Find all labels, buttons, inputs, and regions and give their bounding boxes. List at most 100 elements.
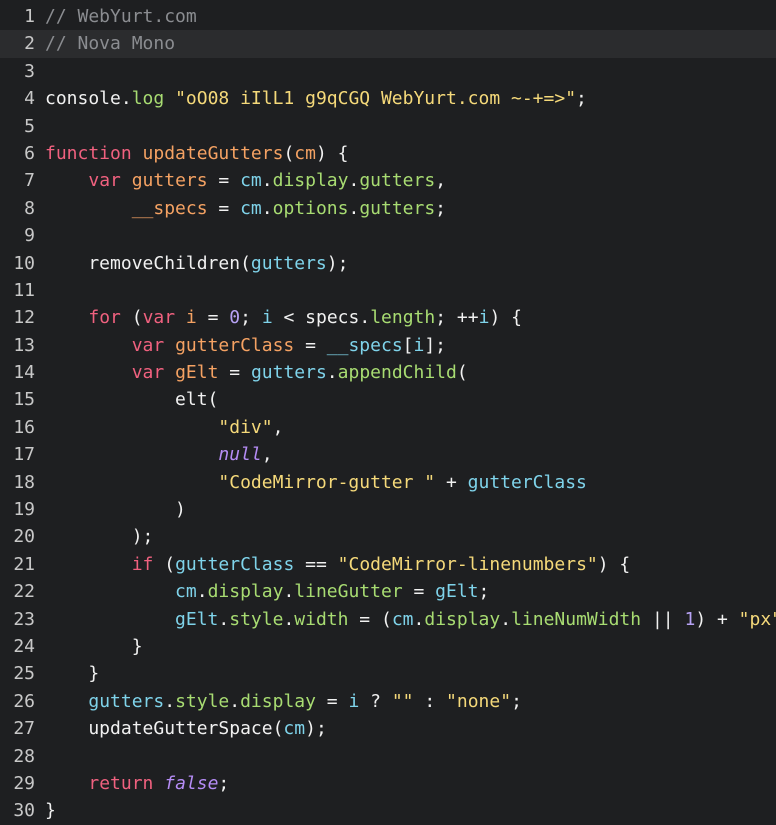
code-token: cm — [240, 197, 262, 219]
code-token: . — [261, 197, 273, 219]
code-token: gutters — [250, 362, 327, 384]
code-line[interactable]: 20 ); — [0, 523, 776, 550]
code-line[interactable]: 7 var gutters = cm.display.gutters, — [0, 167, 776, 194]
code-line[interactable]: 6 function updateGutters(cm) { — [0, 140, 776, 167]
line-number: 21 — [13, 553, 35, 575]
line-number: 6 — [24, 142, 35, 164]
code-token: 1 — [684, 608, 696, 630]
code-token: gutterClass — [175, 334, 295, 356]
code-token: : — [413, 690, 447, 712]
code-token: } — [45, 663, 100, 685]
code-line[interactable]: 27 updateGutterSpace(cm); — [0, 715, 776, 742]
code-line[interactable]: 8 __specs = cm.options.gutters; — [0, 195, 776, 222]
line-number: 20 — [13, 526, 35, 548]
code-line[interactable]: 1 // WebYurt.com — [0, 3, 776, 30]
code-token: . — [164, 690, 176, 712]
code-line[interactable]: 22 cm.display.lineGutter = gElt; — [0, 578, 776, 605]
code-line[interactable]: 28 — [0, 743, 776, 770]
code-token: updateGutterSpace( — [45, 718, 284, 740]
line-number: 25 — [13, 663, 35, 685]
line-number: 26 — [13, 690, 35, 712]
code-token: cm — [391, 608, 414, 630]
code-line[interactable]: 4 console.log "oO08 iIlL1 g9qCGQ WebYurt.… — [0, 85, 776, 112]
code-token: display — [240, 690, 316, 712]
line-number: 28 — [13, 745, 35, 767]
code-token: appendChild — [337, 362, 457, 384]
code-token: var — [131, 362, 165, 384]
code-token: "px" — [738, 608, 776, 630]
code-text: var gElt = gutters.appendChild( — [45, 359, 468, 386]
code-token: = — [315, 690, 349, 712]
code-line[interactable]: 30} — [0, 797, 776, 824]
code-line[interactable]: 11 — [0, 277, 776, 304]
code-token: display — [207, 581, 284, 603]
code-token: [ — [402, 334, 414, 356]
code-token: gutters — [359, 197, 436, 219]
code-token: ); — [326, 252, 349, 274]
code-line[interactable]: 18 "CodeMirror-gutter " + gutterClass — [0, 469, 776, 496]
code-line[interactable]: 17 null, — [0, 441, 776, 468]
code-token: i — [348, 690, 360, 712]
code-token: return — [88, 772, 154, 794]
code-line[interactable]: 9 — [0, 222, 776, 249]
code-line[interactable]: 29 return false; — [0, 770, 776, 797]
code-text: cm.display.lineGutter = gElt; — [45, 578, 489, 605]
line-number: 30 — [13, 800, 35, 822]
code-text: } — [45, 660, 99, 687]
code-token: var — [142, 307, 176, 329]
code-token: options — [272, 197, 349, 219]
code-token: . — [120, 88, 132, 110]
code-token: function — [45, 142, 132, 164]
code-text: function updateGutters(cm) { — [45, 140, 348, 167]
code-token: removeChildren( — [45, 252, 251, 274]
code-token: "div" — [218, 416, 273, 438]
code-token: ); — [45, 526, 154, 548]
code-text: for (var i = 0; i < specs.length; ++i) { — [45, 304, 522, 331]
code-line[interactable]: 21 if (gutterClass == "CodeMirror-linenu… — [0, 551, 776, 578]
code-line[interactable]: 12 for (var i = 0; i < specs.length; ++i… — [0, 304, 776, 331]
code-line[interactable]: 15 elt( — [0, 386, 776, 413]
code-token: . — [283, 608, 295, 630]
code-line[interactable]: 13 var gutterClass = __specs[i]; — [0, 332, 776, 359]
code-token: ) { — [597, 553, 631, 575]
code-line[interactable]: 3 — [0, 58, 776, 85]
code-token: gutters — [250, 252, 327, 274]
line-number: 7 — [24, 170, 35, 192]
line-number: 16 — [13, 416, 35, 438]
code-line[interactable]: 23 gElt.style.width = (cm.display.lineNu… — [0, 606, 776, 633]
code-editor[interactable]: 1// WebYurt.com 2// Nova Mono 3 4 console.lo… — [0, 0, 776, 825]
code-token: < specs. — [272, 307, 371, 329]
code-token: , — [272, 416, 284, 438]
code-line[interactable]: 5 — [0, 113, 776, 140]
code-text: "div", — [45, 414, 283, 441]
code-token: var — [88, 170, 121, 192]
code-text: null, — [45, 441, 272, 468]
code-token: = — [207, 170, 241, 192]
code-token: = — [218, 362, 251, 384]
line-number: 3 — [24, 60, 35, 82]
code-line[interactable]: 10 removeChildren(gutters); — [0, 250, 776, 277]
code-text: var gutterClass = __specs[i]; — [45, 332, 446, 359]
code-token: . — [348, 170, 360, 192]
code-line[interactable]: 26 gutters.style.display = i ? "" : "non… — [0, 688, 776, 715]
code-line[interactable]: 19 ) — [0, 496, 776, 523]
code-line[interactable]: 2 // Nova Mono — [0, 30, 776, 58]
code-line[interactable]: 16 "div", — [0, 414, 776, 441]
code-line[interactable]: 14 var gElt = gutters.appendChild( — [0, 359, 776, 386]
code-token: gElt — [175, 608, 219, 630]
code-token: gutterClass — [467, 471, 587, 493]
code-line[interactable]: 24 } — [0, 633, 776, 660]
code-token: null — [218, 444, 262, 466]
code-line[interactable]: 25 } — [0, 660, 776, 687]
